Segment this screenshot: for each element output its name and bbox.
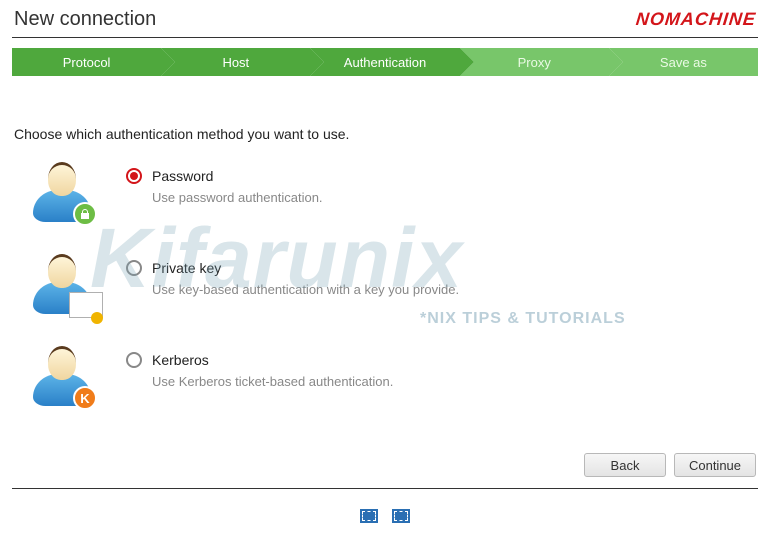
option-kerberos-desc: Use Kerberos ticket-based authentication… [152,374,393,389]
option-private-key-desc: Use key-based authentication with a key … [152,282,459,297]
step-save-as: Save as [609,48,758,76]
step-host[interactable]: Host [161,48,310,76]
fullscreen-icon[interactable] [360,509,378,523]
avatar-kerberos: K [28,348,96,406]
lock-icon [73,202,97,226]
continue-button[interactable]: Continue [674,453,756,477]
avatar-password [28,164,96,222]
option-password-desc: Use password authentication. [152,190,323,205]
divider-bottom [12,488,758,489]
option-password-label: Password [152,168,213,184]
option-kerberos: K Kerberos Use Kerberos ticket-based aut… [28,348,770,406]
option-private-key: Private key Use key-based authentication… [28,256,770,314]
radio-private-key[interactable] [126,260,142,276]
wizard-steps: Protocol Host Authentication Proxy Save … [12,48,758,76]
brand-logo: NOMACHINE [635,9,757,30]
kerberos-icon: K [73,386,97,410]
option-password: Password Use password authentication. [28,164,770,222]
divider-top [12,37,758,38]
page-prompt: Choose which authentication method you w… [14,126,770,142]
step-authentication[interactable]: Authentication [310,48,459,76]
avatar-private-key [28,256,96,314]
option-kerberos-label: Kerberos [152,352,209,368]
option-private-key-label: Private key [152,260,221,276]
ribbon-icon [91,312,103,324]
radio-kerberos[interactable] [126,352,142,368]
back-button[interactable]: Back [584,453,666,477]
page-title: New connection [14,8,156,31]
display-icon[interactable] [392,509,410,523]
step-proxy: Proxy [460,48,609,76]
radio-password[interactable] [126,168,142,184]
step-protocol[interactable]: Protocol [12,48,161,76]
auth-options: Password Use password authentication. Pr… [28,164,770,406]
